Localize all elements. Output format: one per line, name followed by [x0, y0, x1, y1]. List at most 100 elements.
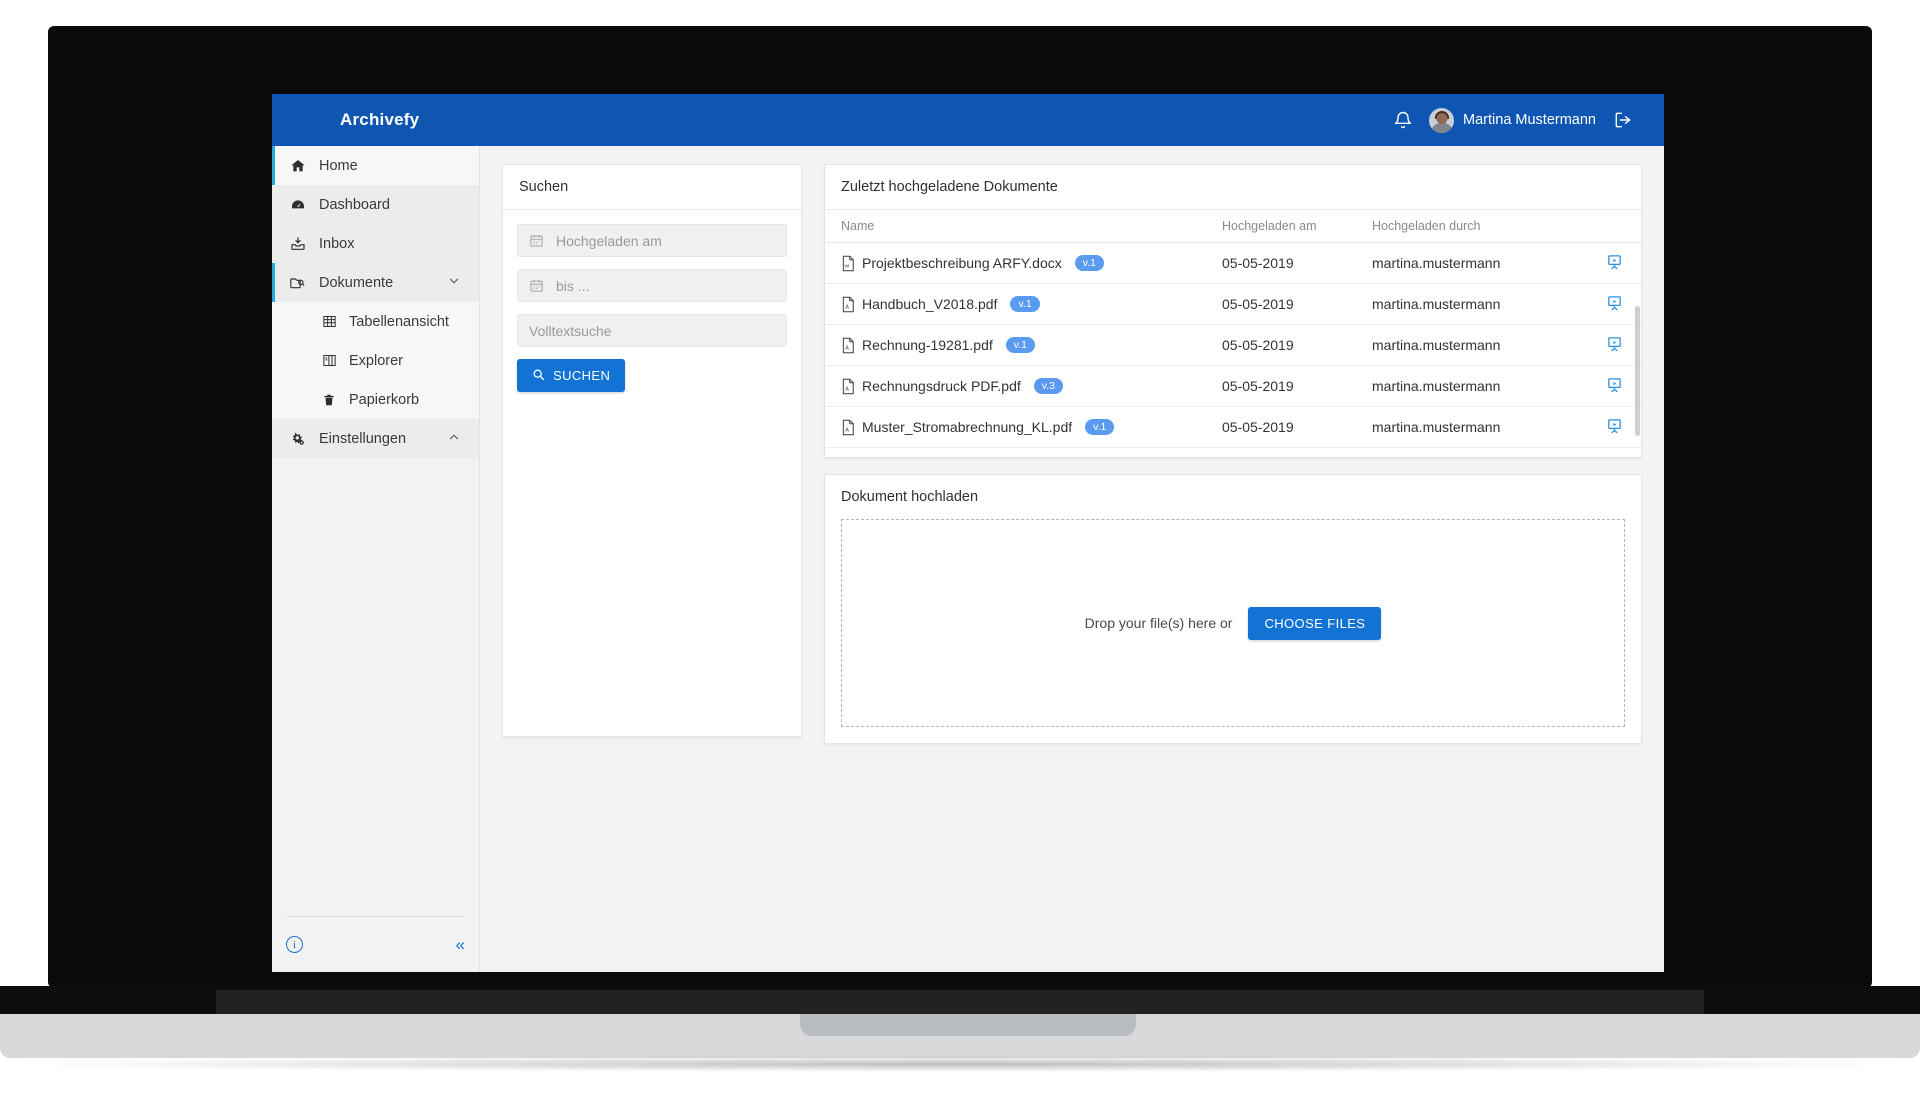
choose-files-button[interactable]: CHOOSE FILES — [1248, 606, 1382, 640]
sidebar-item-inbox[interactable]: Inbox — [272, 224, 479, 263]
presentation-play-icon[interactable] — [1606, 419, 1623, 437]
version-badge: v.1 — [1010, 295, 1040, 313]
cell-uploaded-by: martina.mustermann — [1372, 283, 1587, 325]
cell-actions — [1587, 324, 1641, 366]
table-header-row: Name Hochgeladen am Hochgeladen durch — [825, 210, 1641, 243]
sidebar-item-einstellungen[interactable]: Einstellungen — [272, 419, 479, 458]
app-body: Home Dashboard Inbox Dokumente Tabellena… — [272, 146, 1664, 972]
logout-icon[interactable] — [1612, 110, 1634, 130]
presentation-play-icon[interactable] — [1606, 255, 1623, 273]
cell-uploaded-by: martina.mustermann — [1372, 447, 1587, 457]
placeholder-text: Volltextsuche — [529, 322, 612, 339]
document-name: Rechnung-19281.pdf — [862, 337, 993, 353]
column-header-uploaded-by: Hochgeladen durch — [1372, 210, 1587, 243]
sidebar-item-label: Home — [319, 157, 358, 174]
cell-name: W Projektbeschreibung ARFY.docx v.1 — [825, 242, 1222, 284]
documents-table-scroll[interactable]: Name Hochgeladen am Hochgeladen durch W P… — [825, 210, 1641, 457]
dropzone-text: Drop your file(s) here or — [1084, 615, 1233, 631]
folder-search-icon — [288, 275, 307, 291]
presentation-play-icon[interactable] — [1606, 378, 1623, 396]
sidebar-item-explorer[interactable]: Explorer — [272, 341, 479, 380]
sidebar-item-label: Einstellungen — [319, 430, 407, 447]
version-badge: v.3 — [1033, 377, 1063, 395]
screenshot-scene: Archivefy Martina Mustermann Home Dashbo… — [0, 0, 1920, 1097]
avatar — [1429, 107, 1455, 133]
sidebar-item-dokumente[interactable]: Dokumente — [272, 263, 479, 302]
top-navigation-bar: Archivefy Martina Mustermann — [272, 94, 1664, 146]
chevron-up-icon[interactable] — [447, 430, 461, 448]
sidebar-item-home[interactable]: Home — [272, 146, 479, 185]
sidebar-item-tabellenansicht[interactable]: Tabellenansicht — [272, 302, 479, 341]
svg-text:A: A — [845, 304, 849, 310]
document-name: Muster_Stromabrechnung_KL.pdf — [862, 419, 1073, 435]
upload-panel: Dokument hochladen Drop your file(s) her… — [824, 474, 1642, 744]
sidebar-item-dashboard[interactable]: Dashboard — [272, 185, 479, 224]
sidebar-nav-list: Home Dashboard Inbox Dokumente Tabellena… — [272, 146, 479, 458]
documents-table: Name Hochgeladen am Hochgeladen durch W P… — [825, 210, 1641, 457]
sidebar-item-label: Inbox — [319, 235, 355, 252]
cell-uploaded-by: martina.mustermann — [1372, 242, 1587, 284]
presentation-play-icon[interactable] — [1606, 337, 1623, 355]
table-row[interactable]: A Rechnungsdruck PDF.pdf v.3 05-05-2019 mart… — [825, 365, 1641, 407]
cell-name: A Muster_Stromabrechnung_KL.pdf v.1 — [825, 406, 1222, 448]
laptop-shadow — [0, 1056, 1920, 1072]
uploaded-to-date-input[interactable]: bis ... — [517, 269, 787, 302]
double-chevron-left-icon[interactable]: « — [456, 936, 465, 953]
sidebar-item-label: Dokumente — [319, 274, 394, 291]
calendar-icon — [529, 233, 544, 248]
cell-uploaded-by: martina.mustermann — [1372, 406, 1587, 448]
documents-table-body: W Projektbeschreibung ARFY.docx v.1 05-05-2… — [825, 242, 1641, 457]
recent-documents-panel: Zuletzt hochgeladene Dokumente Name Hoch… — [824, 164, 1642, 458]
table-row[interactable]: A Rechnung-19281.pdf v.1 05-05-2019 martina.… — [825, 324, 1641, 366]
home-icon — [288, 158, 307, 174]
user-menu[interactable]: Martina Mustermann — [1429, 107, 1596, 133]
cell-name: A Rechnung-19281.pdf v.1 — [825, 324, 1222, 366]
explorer-icon — [320, 353, 338, 369]
cell-uploaded-on: 05-05-2019 — [1222, 406, 1372, 448]
uploaded-from-date-input[interactable]: Hochgeladen am — [517, 224, 787, 257]
table-row[interactable]: A Handbuch_V2018.pdf v.1 05-05-2019 martina.… — [825, 283, 1641, 325]
fulltext-search-input[interactable]: Volltextsuche — [517, 314, 787, 347]
table-row[interactable]: AMediadaten_2016.pdfv.105-05-2019martina… — [825, 447, 1641, 457]
cell-actions — [1587, 283, 1641, 325]
document-name: Rechnungsdruck PDF.pdf — [862, 378, 1021, 394]
cell-actions — [1587, 406, 1641, 448]
document-name: Handbuch_V2018.pdf — [862, 296, 998, 312]
gears-icon — [288, 431, 307, 447]
search-panel-title: Suchen — [503, 165, 801, 210]
search-submit-button[interactable]: SUCHEN — [517, 359, 626, 392]
main-content: Suchen Hochgeladen am bis ... Volltextsu… — [480, 146, 1664, 972]
info-circle-icon[interactable]: i — [286, 936, 303, 953]
presentation-play-icon[interactable] — [1606, 296, 1623, 314]
search-submit-label: SUCHEN — [553, 368, 611, 383]
pdf-file-icon: A — [841, 378, 855, 395]
sidebar-item-label: Tabellenansicht — [349, 313, 449, 330]
search-icon — [532, 368, 545, 384]
sidebar-item-label: Papierkorb — [349, 391, 420, 408]
sidebar-spacer — [272, 458, 479, 916]
table-row[interactable]: A Muster_Stromabrechnung_KL.pdf v.1 05-05-2… — [825, 406, 1641, 448]
cell-name: AMediadaten_2016.pdfv.1 — [825, 447, 1222, 457]
cell-actions — [1587, 365, 1641, 407]
cell-uploaded-by: martina.mustermann — [1372, 324, 1587, 366]
dashboard-icon — [288, 197, 307, 213]
upload-panel-title: Dokument hochladen — [841, 489, 979, 505]
table-scrollbar[interactable] — [1635, 306, 1640, 436]
placeholder-text: bis ... — [556, 277, 590, 294]
cell-name: A Handbuch_V2018.pdf v.1 — [825, 283, 1222, 325]
svg-text:A: A — [845, 427, 849, 433]
chevron-down-icon[interactable] — [447, 274, 461, 292]
sidebar-footer: i « — [286, 916, 465, 972]
sidebar-item-papierkorb[interactable]: Papierkorb — [272, 380, 479, 419]
cell-name: A Rechnungsdruck PDF.pdf v.3 — [825, 365, 1222, 407]
user-name-label: Martina Mustermann — [1463, 112, 1596, 128]
cell-uploaded-on: 05-05-2019 — [1222, 365, 1372, 407]
search-panel: Suchen Hochgeladen am bis ... Volltextsu… — [502, 164, 802, 737]
column-header-name: Name — [825, 210, 1222, 243]
archivefy-app: Archivefy Martina Mustermann Home Dashbo… — [272, 94, 1664, 972]
file-dropzone[interactable]: Drop your file(s) here or CHOOSE FILES — [841, 519, 1625, 727]
svg-text:W: W — [845, 263, 850, 269]
bell-icon[interactable] — [1393, 110, 1413, 130]
column-header-uploaded-on: Hochgeladen am — [1222, 210, 1372, 243]
table-row[interactable]: W Projektbeschreibung ARFY.docx v.1 05-05-2… — [825, 242, 1641, 284]
